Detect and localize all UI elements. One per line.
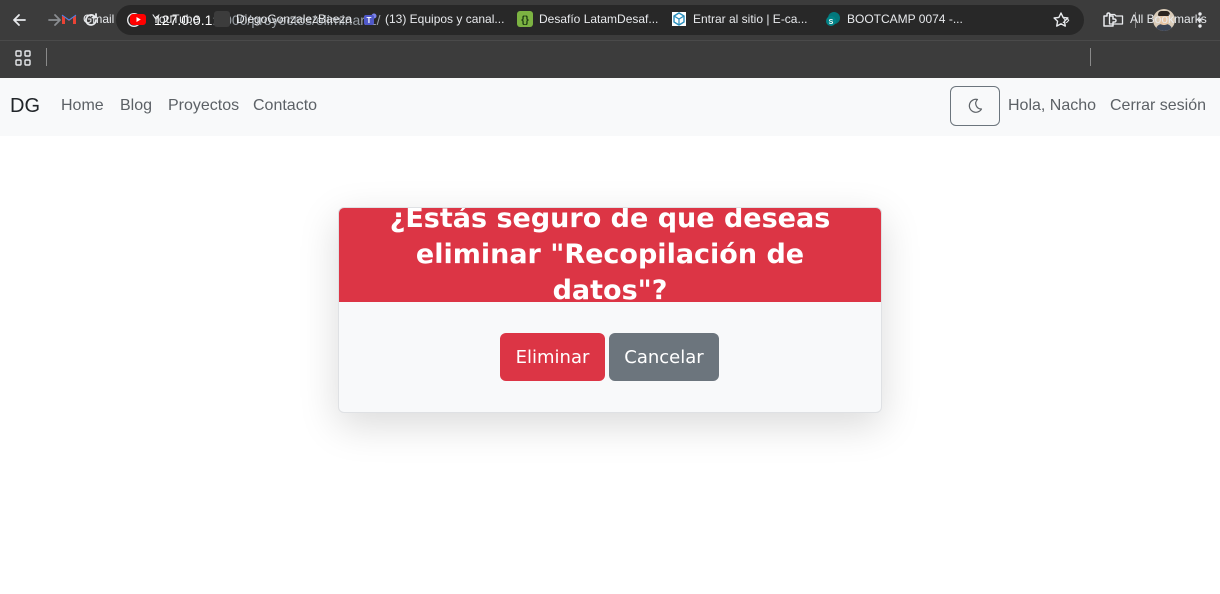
cancel-button[interactable]: Cancelar [609, 333, 719, 381]
user-greeting: Hola, Nacho [1008, 97, 1097, 114]
nav-link-home[interactable]: Home [61, 97, 104, 115]
youtube-icon [130, 14, 146, 25]
svg-text:T: T [367, 16, 372, 25]
nav-link-blog[interactable]: Blog [120, 97, 152, 115]
all-bookmarks[interactable]: All Bookmarks [1108, 9, 1207, 29]
gmail-icon [61, 14, 77, 24]
bookmark-desafio[interactable]: {} Desafío LatamDesaf... [517, 9, 658, 29]
theme-toggle-button[interactable] [950, 86, 1000, 126]
brand-logo[interactable]: DG [10, 95, 40, 118]
bookmark-bootcamp[interactable]: S BOOTCAMP 0074 -... [825, 9, 963, 29]
delete-confirm-card: ¿Estás seguro de que deseas eliminar "Re… [338, 207, 882, 413]
bookmark-youtube[interactable]: YouTube [130, 9, 199, 29]
bookmark-label: BOOTCAMP 0074 -... [847, 12, 963, 26]
bookmark-label: Desafío LatamDesaf... [539, 12, 659, 26]
folder-icon [1108, 13, 1124, 25]
blank-icon [214, 11, 230, 27]
nav-link-contacto[interactable]: Contacto [253, 97, 317, 115]
desafio-icon: {} [517, 11, 533, 27]
svg-text:S: S [829, 19, 834, 26]
bookmarks-divider [46, 48, 47, 66]
delete-button[interactable]: Eliminar [500, 333, 605, 381]
bookmark-label: YouTube [152, 12, 200, 26]
bookmarks-divider [1090, 48, 1091, 66]
bookmark-label: (13) Equipos y canal... [385, 12, 505, 26]
confirm-title: ¿Estás seguro de que deseas eliminar "Re… [389, 207, 831, 306]
bookmark-gmail[interactable]: Gmail [61, 9, 114, 29]
bookmark-label: Gmail [83, 12, 115, 26]
card-header: ¿Estás seguro de que deseas eliminar "Re… [339, 208, 881, 306]
svg-text:{}: {} [521, 15, 529, 26]
apps-grid-icon[interactable] [15, 50, 31, 66]
moodle-icon [672, 12, 686, 26]
bookmark-teams[interactable]: T (13) Equipos y canal... [363, 9, 504, 29]
overflow-chevron-icon: » [1062, 11, 1070, 27]
bookmark-label: Entrar al sitio | E-ca... [693, 12, 808, 26]
bookmarks-bar [0, 40, 1220, 78]
all-bookmarks-label: All Bookmarks [1130, 12, 1207, 26]
bookmark-diegogonzalezbaeza[interactable]: DiegoGonzalezBaeza [214, 9, 352, 29]
logout-link[interactable]: Cerrar sesión [1110, 97, 1206, 115]
bookmarks-overflow[interactable]: » [1062, 9, 1070, 29]
bookmark-entrar[interactable]: Entrar al sitio | E-ca... [671, 9, 808, 29]
nav-link-proyectos[interactable]: Proyectos [168, 97, 239, 115]
moon-icon [968, 98, 983, 113]
site-navbar: DG Home Blog Proyectos Contacto Hola, Na… [0, 78, 1220, 136]
back-icon[interactable] [7, 8, 31, 32]
sharepoint-icon: S [826, 12, 840, 26]
teams-icon: T [364, 13, 377, 25]
bookmark-label: DiegoGonzalezBaeza [236, 12, 353, 26]
